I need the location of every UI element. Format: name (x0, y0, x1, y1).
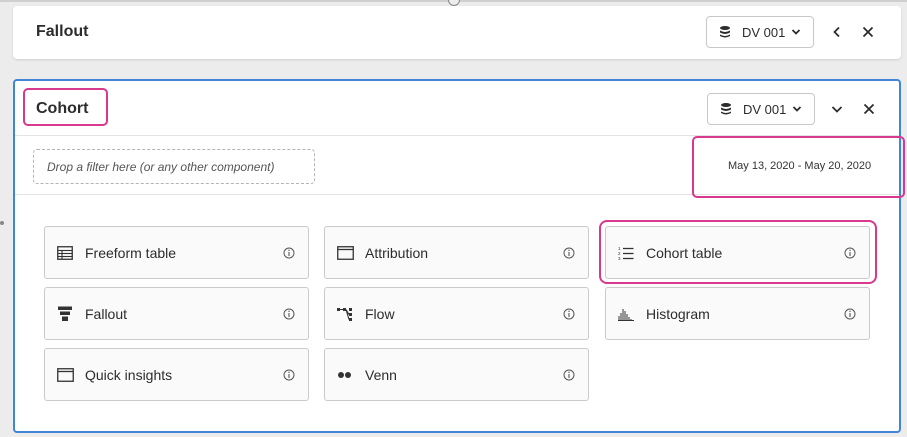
viz-tile-label: Flow (365, 305, 395, 322)
viz-tile-fallout[interactable]: Fallout (44, 287, 309, 340)
close-icon[interactable] (859, 99, 879, 119)
chevron-down-icon (792, 29, 801, 35)
filter-row: Drop a filter here (or any other compone… (15, 135, 899, 195)
viz-tile-label: Quick insights (85, 366, 173, 383)
datasource-button[interactable]: DV 001 (706, 16, 814, 48)
info-icon[interactable] (844, 247, 856, 259)
filter-drop-zone[interactable]: Drop a filter here (or any other compone… (33, 149, 315, 184)
viz-tile-label: Cohort table (646, 244, 723, 261)
window-icon (56, 366, 74, 384)
panel-title: Fallout (36, 23, 89, 40)
chevron-down-icon (793, 106, 802, 112)
collapse-chevron-icon[interactable] (827, 99, 847, 119)
date-range[interactable]: May 13, 2020 - May 20, 2020 (728, 160, 871, 172)
info-icon[interactable] (563, 308, 575, 320)
viz-tile-label: Venn (365, 366, 397, 383)
flow-icon (336, 305, 354, 323)
panel-title: Cohort (36, 100, 89, 117)
left-edge-marker (0, 221, 4, 225)
info-icon[interactable] (563, 369, 575, 381)
venn-icon (336, 366, 354, 384)
svg-text:3: 3 (618, 256, 621, 261)
viz-tile-label: Attribution (365, 244, 429, 261)
database-icon (720, 26, 730, 38)
table-icon (56, 244, 74, 262)
window-icon (336, 244, 354, 262)
viz-tile-attribution[interactable]: Attribution (324, 226, 589, 279)
info-icon[interactable] (563, 247, 575, 259)
viz-tile-quick-insights[interactable]: Quick insights (44, 348, 309, 401)
viz-tile-flow[interactable]: Flow (324, 287, 589, 340)
info-icon[interactable] (283, 369, 295, 381)
datasource-button[interactable]: DV 001 (707, 93, 815, 125)
funnel-icon (56, 305, 74, 323)
viz-tile-label: Freeform table (85, 244, 177, 261)
viz-tile-label: Fallout (85, 305, 128, 322)
histogram-icon (617, 305, 635, 323)
close-icon[interactable] (858, 22, 878, 42)
info-icon[interactable] (844, 308, 856, 320)
viz-tile-histogram[interactable]: Histogram (605, 287, 870, 340)
viz-tile-cohort-table[interactable]: 123 Cohort table (605, 226, 870, 279)
numbered-list-icon: 123 (617, 244, 635, 262)
filter-placeholder: Drop a filter here (or any other compone… (47, 159, 275, 174)
chevron-left-icon[interactable] (827, 22, 847, 42)
viz-tile-label: Histogram (646, 305, 710, 322)
viz-tile-venn[interactable]: Venn (324, 348, 589, 401)
datasource-label: DV 001 (742, 24, 786, 40)
info-icon[interactable] (283, 247, 295, 259)
datasource-label: DV 001 (743, 101, 787, 117)
info-icon[interactable] (283, 308, 295, 320)
database-icon (721, 103, 731, 115)
viz-tile-freeform-table[interactable]: Freeform table (44, 226, 309, 279)
fallout-panel: Fallout DV 001 (13, 6, 901, 59)
